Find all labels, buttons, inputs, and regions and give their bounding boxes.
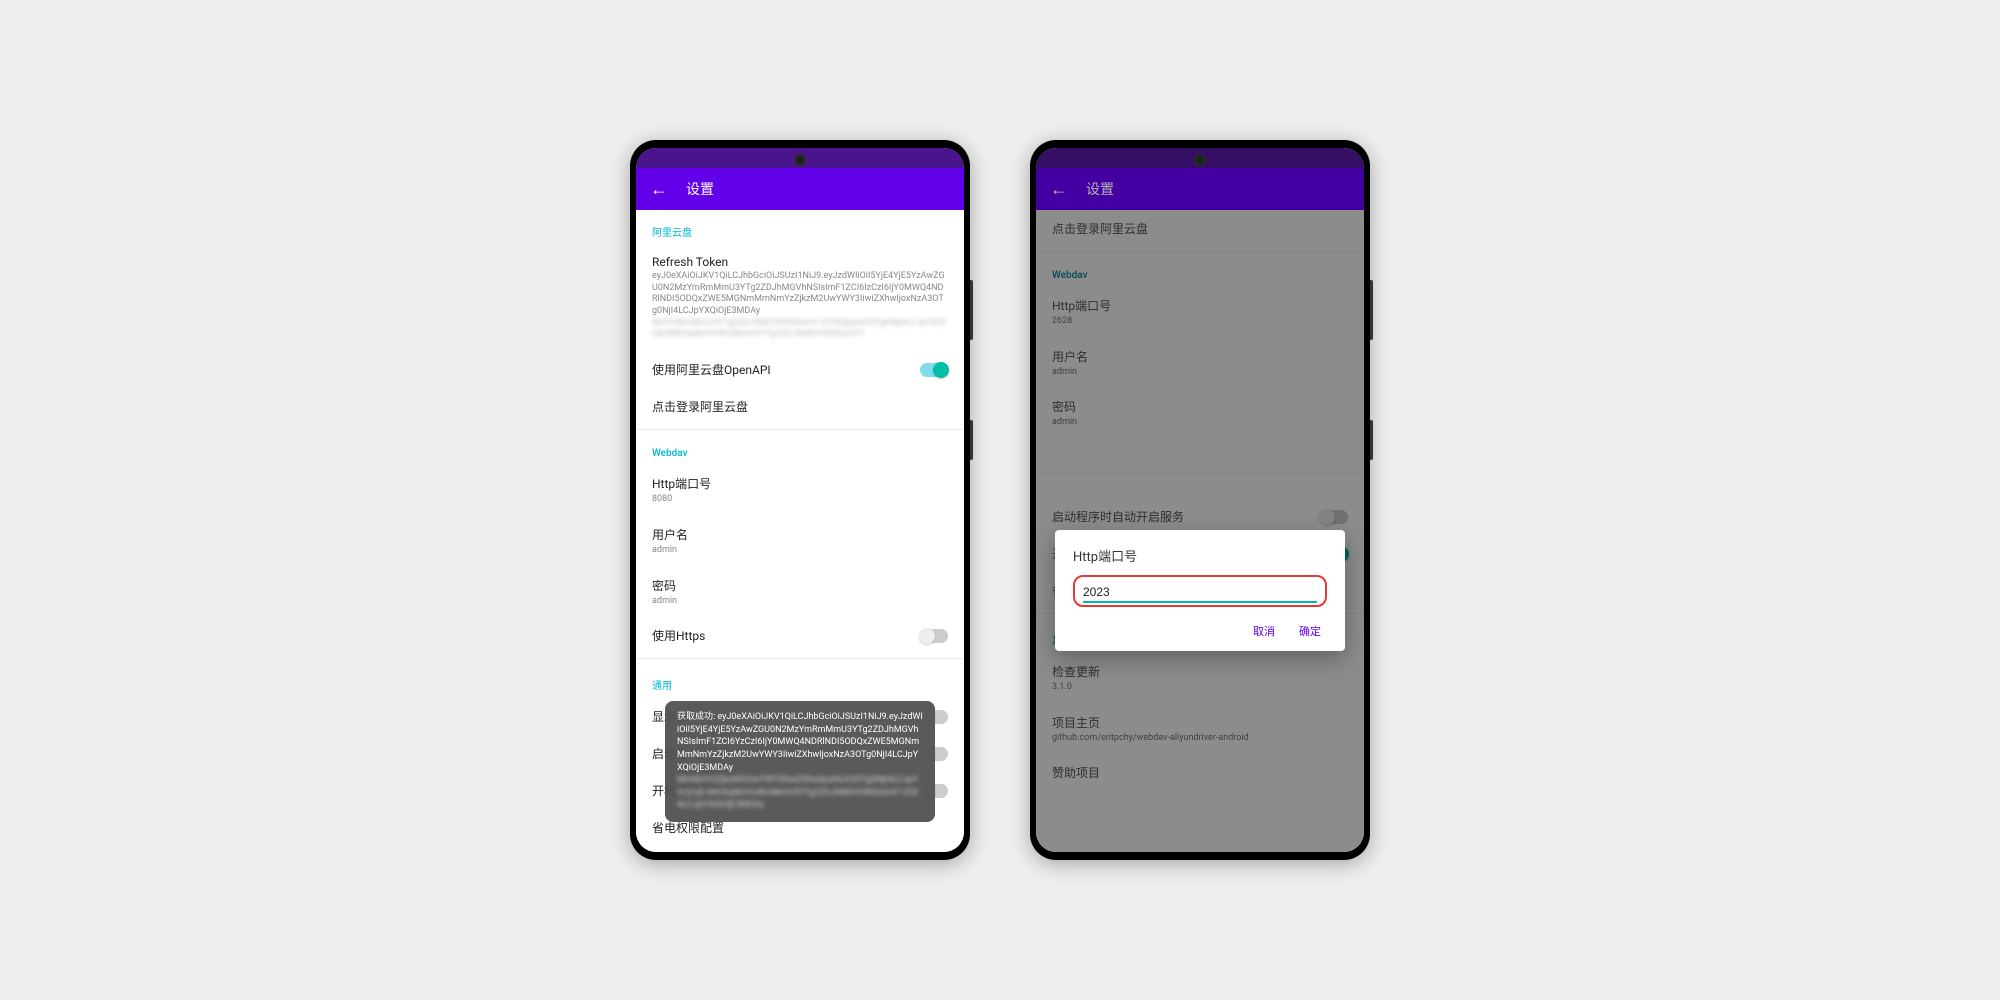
- phone-mockup-right: ← 设置 点击登录阿里云盘 Webdav Http端口号 2628 用户名: [1030, 140, 1370, 860]
- dialog-input-highlight: [1073, 575, 1327, 607]
- phone-mockup-left: ← 设置 阿里云盘 Refresh Token eyJ0eXAiOiJKV1Qi…: [630, 140, 970, 860]
- dialog-actions: 取消 确定: [1073, 619, 1327, 643]
- volume-button: [1370, 280, 1373, 340]
- http-port-label: Http端口号: [652, 475, 948, 492]
- port-input[interactable]: [1083, 583, 1317, 603]
- username-value: admin: [652, 545, 948, 557]
- app-bar: ← 设置: [1036, 168, 1364, 210]
- refresh-token-label: Refresh Token: [652, 255, 948, 269]
- password-value: admin: [652, 596, 948, 608]
- use-https-label: 使用Https: [652, 627, 920, 644]
- toggle-openapi[interactable]: [920, 363, 948, 377]
- section-header-webdav: Webdav: [636, 434, 964, 465]
- port-dialog: Http端口号 取消 确定: [1055, 530, 1345, 651]
- password-label: 密码: [652, 577, 948, 594]
- status-bar: [636, 148, 964, 168]
- back-arrow-icon[interactable]: ←: [650, 179, 668, 200]
- divider: [636, 429, 964, 430]
- toggle-https[interactable]: [920, 629, 948, 643]
- http-port-value: 8080: [652, 494, 948, 506]
- use-openapi-label: 使用阿里云盘OpenAPI: [652, 361, 920, 378]
- setting-refresh-token[interactable]: Refresh Token eyJ0eXAiOiJKV1QiLCJhbGciOi…: [636, 245, 964, 351]
- setting-use-https[interactable]: 使用Https: [636, 617, 964, 654]
- divider: [636, 658, 964, 659]
- app-title: 设置: [1086, 179, 1114, 199]
- settings-content: 阿里云盘 Refresh Token eyJ0eXAiOiJKV1QiLCJhb…: [636, 210, 964, 852]
- settings-content: 点击登录阿里云盘 Webdav Http端口号 2628 用户名 admin: [1036, 210, 1364, 852]
- section-header-general: 通用: [636, 663, 964, 698]
- power-button: [1370, 420, 1373, 460]
- app-title: 设置: [686, 179, 714, 199]
- setting-http-port[interactable]: Http端口号 8080: [636, 465, 964, 516]
- setting-login-aliyun[interactable]: 点击登录阿里云盘: [636, 388, 964, 425]
- screen-left: ← 设置 阿里云盘 Refresh Token eyJ0eXAiOiJKV1Qi…: [636, 148, 964, 852]
- toast-message: 获取成功: eyJ0eXAiOiJKV1QiLCJhbGciOiJSUzI1Ni…: [665, 701, 935, 822]
- cancel-button[interactable]: 取消: [1253, 623, 1275, 639]
- setting-username[interactable]: 用户名 admin: [636, 516, 964, 567]
- section-header-aliyun: 阿里云盘: [636, 210, 964, 245]
- ok-button[interactable]: 确定: [1299, 623, 1321, 639]
- refresh-token-value: eyJ0eXAiOiJKV1QiLCJhbGciOiJSUzI1NiJ9.eyJ…: [652, 271, 948, 341]
- status-bar: [1036, 148, 1364, 168]
- app-bar: ← 设置: [636, 168, 964, 210]
- power-button: [970, 420, 973, 460]
- username-label: 用户名: [652, 526, 948, 543]
- setting-password[interactable]: 密码 admin: [636, 567, 964, 618]
- back-arrow-icon[interactable]: ←: [1050, 179, 1068, 200]
- login-aliyun-label: 点击登录阿里云盘: [652, 398, 948, 415]
- setting-use-openapi[interactable]: 使用阿里云盘OpenAPI: [636, 351, 964, 388]
- screen-right: ← 设置 点击登录阿里云盘 Webdav Http端口号 2628 用户名: [1036, 148, 1364, 852]
- volume-button: [970, 280, 973, 340]
- dialog-title: Http端口号: [1073, 546, 1327, 565]
